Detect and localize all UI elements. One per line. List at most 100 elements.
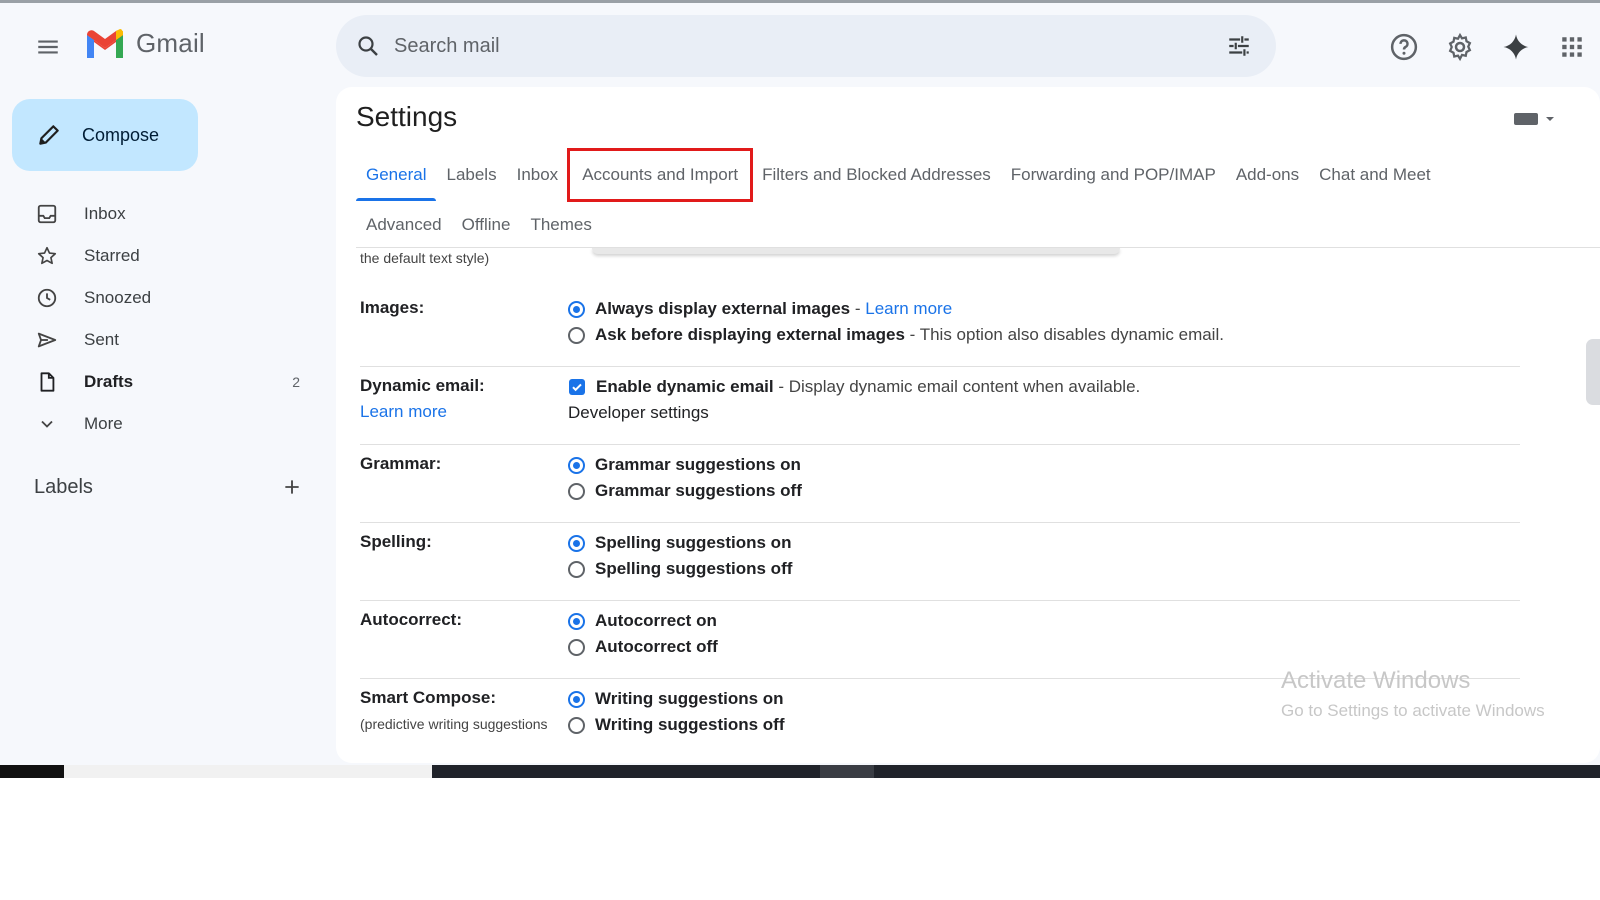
tab-inbox[interactable]: Inbox	[507, 149, 569, 201]
row-divider	[360, 600, 1520, 601]
dynamic-email-learn-more-link[interactable]: Learn more	[360, 402, 447, 422]
tab-accounts-and-import[interactable]: Accounts and Import	[567, 148, 754, 202]
setting-row-grammar: Grammar:	[360, 452, 1520, 512]
radio-ask-before-display[interactable]	[568, 326, 585, 344]
default-text-style-label-cutoff: the default text style)	[360, 250, 490, 266]
taskbar-search-box[interactable]	[64, 765, 432, 778]
inbox-icon	[34, 201, 60, 227]
sidebar-item-label: Starred	[84, 246, 140, 265]
images-option-always-label: Always display external images	[595, 299, 851, 318]
spelling-option-off[interactable]: Spelling suggestions off	[568, 556, 792, 582]
dynamic-email-option[interactable]: Enable dynamic email - Display dynamic e…	[568, 374, 1140, 400]
images-option-ask[interactable]: Ask before displaying external images - …	[568, 322, 1224, 348]
dynamic-email-label: Dynamic email:	[360, 376, 485, 395]
tab-forwarding-and-pop-imap[interactable]: Forwarding and POP/IMAP	[1001, 149, 1226, 201]
apps-grid-icon[interactable]	[1552, 27, 1592, 67]
tab-filters-and-blocked-addresses[interactable]: Filters and Blocked Addresses	[752, 149, 1001, 201]
draft-icon	[34, 369, 60, 395]
radio-always-display-images[interactable]	[568, 300, 585, 318]
sidebar-item-label: Drafts	[84, 372, 134, 391]
taskbar-app-button[interactable]	[820, 765, 874, 778]
gmail-m-icon	[87, 29, 123, 58]
checkmark-icon	[572, 383, 582, 392]
help-icon[interactable]	[1384, 27, 1424, 67]
spelling-option-on[interactable]: Spelling suggestions on	[568, 530, 791, 556]
start-button[interactable]	[0, 765, 64, 778]
sidebar: Compose Inbox Starred Snoozed Sent Draft…	[0, 89, 336, 778]
page-scrollbar-thumb[interactable]	[1586, 339, 1600, 405]
sidebar-item-more[interactable]: More	[0, 403, 320, 445]
radio-autocorrect-off[interactable]	[568, 638, 585, 656]
images-option-separator: -	[850, 299, 866, 318]
gmail-logo-text: Gmail	[136, 27, 205, 58]
gear-icon[interactable]	[1440, 27, 1480, 67]
compose-button[interactable]: Compose	[12, 99, 198, 171]
tab-themes[interactable]: Themes	[520, 205, 601, 245]
sidebar-item-starred[interactable]: Starred	[0, 235, 320, 277]
settings-tabs-row-1: General Labels Inbox Accounts and Import…	[356, 148, 1441, 202]
radio-grammar-off[interactable]	[568, 482, 585, 500]
search-options-tune-icon[interactable]	[1224, 31, 1254, 61]
row-divider	[360, 678, 1520, 679]
input-tools-button[interactable]	[1512, 109, 1556, 129]
dynamic-email-option-label: Enable dynamic email	[596, 377, 774, 396]
autocorrect-option-on[interactable]: Autocorrect on	[568, 608, 717, 634]
sidebar-item-label: More	[84, 414, 123, 433]
main-menu-button[interactable]	[30, 29, 66, 65]
sidebar-item-snoozed[interactable]: Snoozed	[0, 277, 320, 319]
autocorrect-off-label: Autocorrect off	[595, 637, 718, 656]
tab-general[interactable]: General	[356, 149, 437, 201]
pencil-icon	[34, 120, 64, 150]
sidebar-item-label: Sent	[84, 330, 119, 349]
radio-writing-suggestions-on[interactable]	[568, 690, 585, 708]
enable-dynamic-email-checkbox[interactable]	[569, 379, 585, 395]
writing-suggestions-on-label: Writing suggestions on	[595, 689, 784, 708]
text-style-toolbar-cutoff[interactable]	[592, 248, 1120, 254]
search-icon[interactable]	[354, 32, 382, 60]
radio-grammar-on[interactable]	[568, 456, 585, 474]
autocorrect-option-off[interactable]: Autocorrect off	[568, 634, 718, 660]
spelling-off-label: Spelling suggestions off	[595, 559, 793, 578]
sparkle-icon[interactable]	[1496, 27, 1536, 67]
radio-autocorrect-on[interactable]	[568, 612, 585, 630]
search-bar[interactable]	[336, 15, 1276, 77]
gmail-window: Gmail Search mail Compose Inbox Starred …	[0, 0, 1600, 778]
tab-add-ons[interactable]: Add-ons	[1226, 149, 1309, 201]
images-option-ask-label: Ask before displaying external images	[595, 325, 905, 344]
compose-label: Compose	[82, 124, 160, 145]
settings-tabs-row-2: Advanced Offline Themes	[356, 205, 602, 245]
radio-spelling-off[interactable]	[568, 560, 585, 578]
setting-row-smart-compose: Smart Compose: (predictive writing sugge…	[360, 686, 1520, 746]
smart-compose-label: Smart Compose:	[360, 688, 497, 707]
setting-row-autocorrect: Autocorrect:	[360, 608, 1520, 668]
images-option-always[interactable]: Always display external images - Learn m…	[568, 296, 952, 322]
sidebar-item-inbox[interactable]: Inbox	[0, 193, 320, 235]
tab-offline[interactable]: Offline	[452, 205, 521, 245]
settings-panel: Settings General Labels Inbox Accounts a…	[336, 87, 1600, 763]
tab-labels[interactable]: Labels	[436, 149, 506, 201]
search-input[interactable]	[394, 34, 1224, 58]
developer-settings-link[interactable]: Developer settings	[568, 400, 709, 426]
spelling-label: Spelling:	[360, 532, 432, 551]
drafts-count: 2	[292, 374, 300, 390]
sidebar-item-drafts[interactable]: Drafts 2	[0, 361, 320, 403]
tab-advanced[interactable]: Advanced	[356, 205, 452, 245]
labels-title: Labels	[34, 475, 93, 498]
grammar-on-label: Grammar suggestions on	[595, 455, 801, 474]
smart-compose-option-on[interactable]: Writing suggestions on	[568, 686, 784, 712]
smart-compose-option-off[interactable]: Writing suggestions off	[568, 712, 785, 738]
grammar-option-off[interactable]: Grammar suggestions off	[568, 478, 802, 504]
tab-chat-and-meet[interactable]: Chat and Meet	[1309, 149, 1441, 201]
smart-compose-sublabel: (predictive writing suggestions	[360, 716, 548, 732]
star-icon	[34, 243, 60, 269]
nav-list: Inbox Starred Snoozed Sent Drafts 2 More	[0, 193, 320, 445]
images-learn-more-link[interactable]: Learn more	[865, 299, 952, 319]
autocorrect-label: Autocorrect:	[360, 610, 463, 629]
sidebar-item-sent[interactable]: Sent	[0, 319, 320, 361]
add-label-plus-icon[interactable]	[280, 475, 304, 499]
sidebar-item-label: Inbox	[84, 204, 126, 223]
radio-writing-suggestions-off[interactable]	[568, 716, 585, 734]
grammar-option-on[interactable]: Grammar suggestions on	[568, 452, 801, 478]
radio-spelling-on[interactable]	[568, 534, 585, 552]
gmail-logo[interactable]: Gmail	[84, 27, 205, 59]
